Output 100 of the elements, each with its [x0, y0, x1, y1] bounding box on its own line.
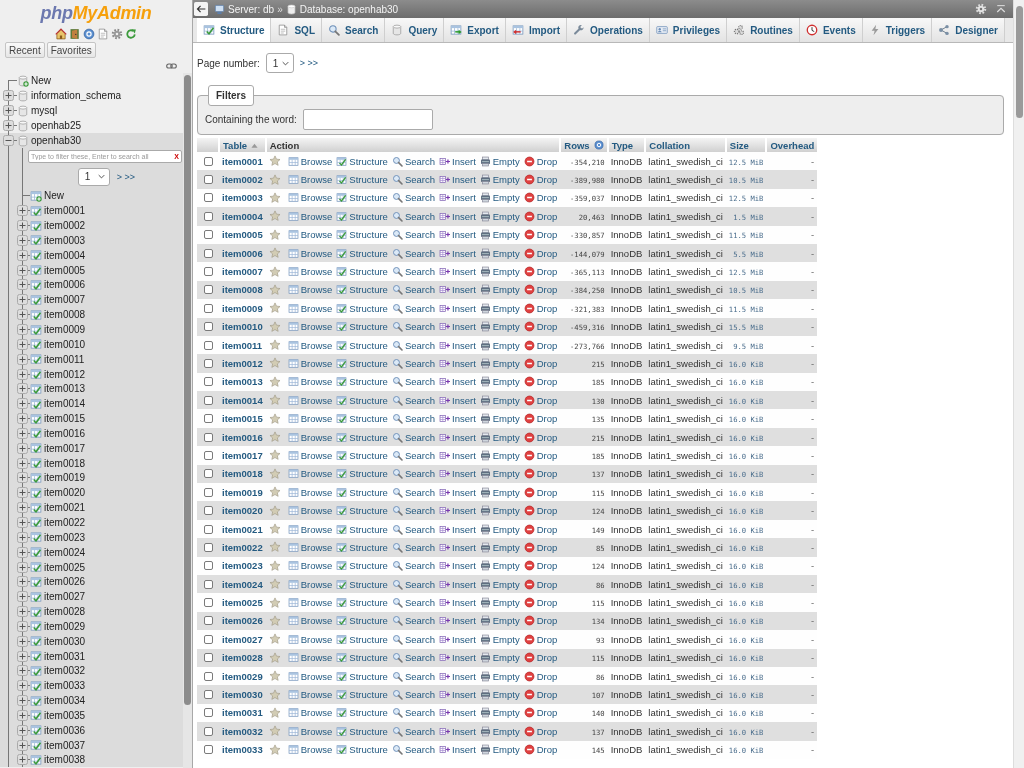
arrow-left-icon[interactable]	[194, 2, 208, 16]
row-checkbox[interactable]	[204, 395, 213, 405]
search-link[interactable]: Search	[391, 725, 435, 737]
table-name-link[interactable]: item0003	[222, 192, 263, 204]
settings-icon[interactable]	[111, 27, 123, 40]
table-name-link[interactable]: item0024	[222, 578, 263, 590]
browse-link[interactable]: Browse	[287, 266, 333, 278]
insert-link[interactable]: Insert	[439, 615, 476, 627]
structure-link[interactable]: Structure	[336, 449, 388, 461]
drop-link[interactable]: Drop	[523, 652, 558, 664]
expand-icon[interactable]	[17, 546, 28, 558]
insert-link[interactable]: Insert	[439, 302, 476, 314]
table-link[interactable]: item0030	[44, 635, 86, 647]
browse-link[interactable]: Browse	[287, 652, 333, 664]
search-link[interactable]: Search	[391, 266, 435, 278]
expand-icon[interactable]	[17, 724, 28, 736]
expand-icon[interactable]	[17, 353, 28, 365]
expand-icon[interactable]	[17, 606, 28, 618]
drop-link[interactable]: Drop	[523, 192, 558, 204]
insert-link[interactable]: Insert	[439, 670, 476, 682]
browse-link[interactable]: Browse	[287, 670, 333, 682]
insert-link[interactable]: Insert	[439, 449, 476, 461]
insert-link[interactable]: Insert	[439, 210, 476, 222]
star-icon[interactable]	[268, 412, 281, 425]
browse-link[interactable]: Browse	[287, 376, 333, 388]
star-icon[interactable]	[268, 688, 281, 701]
table-link[interactable]: item0015	[44, 413, 86, 425]
browse-link[interactable]: Browse	[287, 229, 333, 241]
row-checkbox[interactable]	[204, 487, 213, 497]
empty-link[interactable]: Empty	[479, 284, 520, 296]
drop-link[interactable]: Drop	[523, 302, 558, 314]
row-checkbox[interactable]	[204, 708, 213, 718]
table-name-link[interactable]: item0010	[222, 321, 263, 333]
search-link[interactable]: Search	[391, 358, 435, 369]
drop-link[interactable]: Drop	[523, 339, 558, 351]
server-link[interactable]: Server: db	[228, 3, 275, 15]
database-link[interactable]: mysql	[31, 105, 58, 116]
row-checkbox[interactable]	[204, 432, 213, 442]
expand-icon[interactable]	[17, 695, 28, 707]
table-name-link[interactable]: item0005	[222, 229, 263, 241]
insert-link[interactable]: Insert	[439, 744, 476, 756]
structure-link[interactable]: Structure	[336, 284, 388, 296]
insert-link[interactable]: Insert	[439, 707, 476, 719]
document-icon[interactable]	[97, 27, 109, 40]
structure-link[interactable]: Structure	[336, 725, 388, 737]
expand-icon[interactable]	[17, 502, 28, 514]
table-link[interactable]: item0004	[44, 249, 86, 261]
row-checkbox[interactable]	[204, 359, 213, 368]
help-icon[interactable]	[593, 140, 604, 150]
structure-link[interactable]: Structure	[336, 155, 388, 167]
column-header[interactable]: Type	[607, 138, 646, 152]
drop-link[interactable]: Drop	[523, 376, 558, 388]
star-icon[interactable]	[268, 210, 281, 223]
structure-link[interactable]: Structure	[336, 615, 388, 627]
browse-link[interactable]: Browse	[287, 210, 333, 222]
insert-link[interactable]: Insert	[439, 284, 476, 296]
browse-link[interactable]: Browse	[287, 486, 333, 498]
row-checkbox[interactable]	[204, 506, 213, 516]
browse-link[interactable]: Browse	[287, 633, 333, 645]
browse-link[interactable]: Browse	[287, 725, 333, 737]
structure-link[interactable]: Structure	[336, 597, 388, 609]
empty-link[interactable]: Empty	[479, 578, 520, 590]
star-icon[interactable]	[268, 578, 281, 591]
search-link[interactable]: Search	[391, 505, 435, 517]
drop-link[interactable]: Drop	[523, 210, 558, 222]
database-link[interactable]: openhab25	[31, 120, 82, 131]
insert-link[interactable]: Insert	[439, 578, 476, 590]
expand-icon[interactable]	[17, 398, 28, 410]
structure-link[interactable]: Structure	[336, 505, 388, 517]
insert-link[interactable]: Insert	[439, 689, 476, 700]
table-name-link[interactable]: item0011	[222, 339, 263, 351]
table-name-link[interactable]: item0028	[222, 652, 263, 664]
table-link[interactable]: item0011	[44, 353, 85, 365]
structure-link[interactable]: Structure	[336, 633, 388, 645]
row-checkbox[interactable]	[204, 377, 213, 387]
database-link[interactable]: openhab30	[31, 135, 82, 146]
next-page-link[interactable]: > >>	[299, 58, 319, 68]
drop-link[interactable]: Drop	[523, 321, 558, 333]
structure-link[interactable]: Structure	[336, 174, 388, 186]
browse-link[interactable]: Browse	[287, 689, 333, 700]
drop-link[interactable]: Drop	[523, 578, 558, 590]
structure-link[interactable]: Structure	[336, 523, 388, 535]
table-link[interactable]: item0020	[44, 487, 86, 499]
expand-icon[interactable]	[17, 383, 28, 395]
row-checkbox[interactable]	[204, 248, 213, 258]
expand-icon[interactable]	[17, 457, 28, 469]
door-icon[interactable]	[69, 27, 81, 40]
drop-link[interactable]: Drop	[523, 266, 558, 278]
search-link[interactable]: Search	[391, 339, 435, 351]
table-link[interactable]: item0034	[44, 695, 86, 707]
table-link[interactable]: item0010	[44, 338, 86, 350]
row-checkbox[interactable]	[204, 414, 213, 424]
table-link[interactable]: item0012	[44, 368, 86, 380]
row-checkbox[interactable]	[204, 450, 213, 460]
star-icon[interactable]	[268, 375, 281, 388]
drop-link[interactable]: Drop	[523, 431, 558, 443]
search-link[interactable]: Search	[391, 192, 435, 204]
table-name-link[interactable]: item0025	[222, 597, 263, 609]
insert-link[interactable]: Insert	[439, 192, 476, 204]
row-checkbox[interactable]	[204, 230, 213, 240]
